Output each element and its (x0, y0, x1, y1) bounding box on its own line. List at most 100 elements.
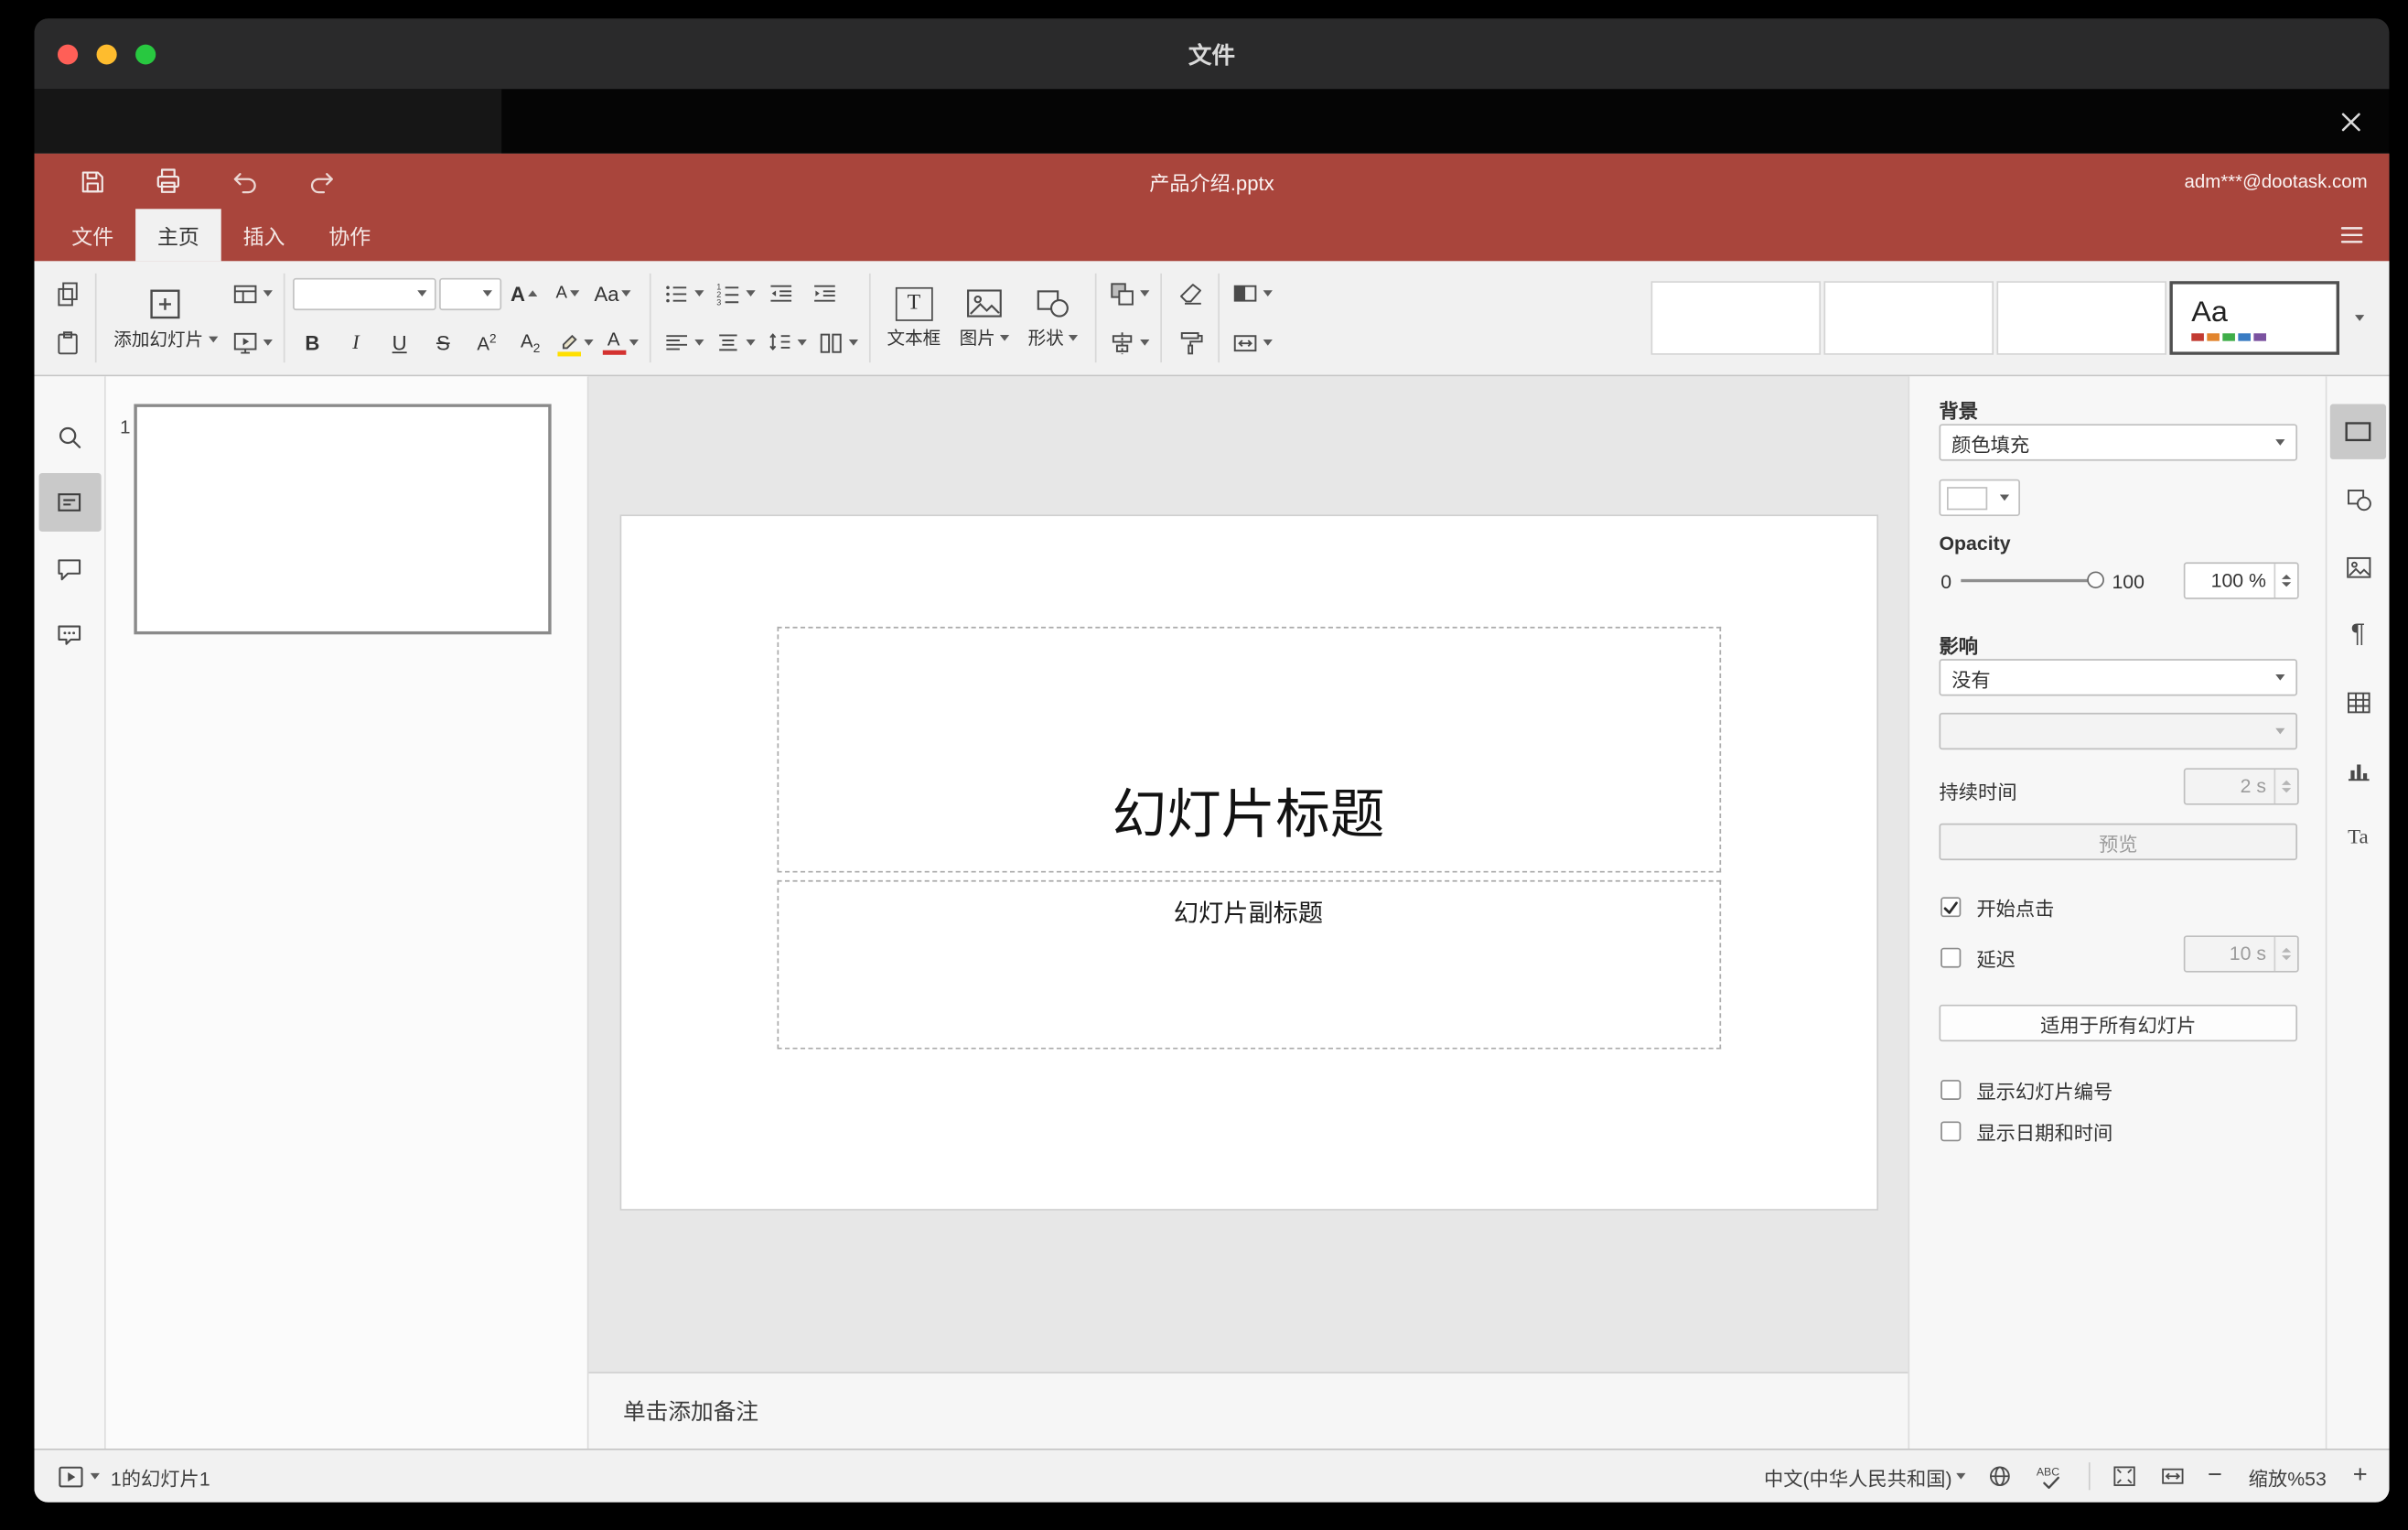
language-selector[interactable]: 中文(中华人民共和国) (1764, 1461, 1966, 1491)
subscript-button[interactable]: A2 (511, 323, 551, 363)
delay-spinner[interactable]: 10 s (2183, 935, 2299, 973)
clipboard-group (47, 271, 87, 364)
color-scheme-button[interactable] (1227, 274, 1275, 314)
duration-spinner[interactable]: 2 s (2183, 768, 2299, 805)
align-shape-button[interactable] (1104, 323, 1153, 363)
line-spacing-button[interactable] (761, 323, 810, 363)
italic-button[interactable]: I (336, 323, 376, 363)
theme-item[interactable] (1823, 281, 1994, 355)
shape-settings-button[interactable] (2330, 471, 2386, 526)
fit-width-button[interactable] (2159, 1462, 2188, 1490)
spinner-arrows[interactable] (2274, 564, 2298, 598)
slides-panel-button[interactable] (38, 473, 101, 532)
fill-color-picker[interactable] (1939, 479, 2021, 517)
bullet-list-button[interactable] (658, 274, 706, 314)
zoom-level[interactable]: 缩放%53 (2242, 1461, 2333, 1491)
start-slideshow-status-button[interactable] (56, 1463, 100, 1490)
chevron-down-icon (208, 335, 218, 342)
image-settings-button[interactable] (2330, 539, 2386, 594)
title-placeholder[interactable]: 幻灯片标题 (776, 626, 1721, 873)
slide-canvas[interactable]: 幻灯片标题 幻灯片副标题 (588, 376, 1908, 1373)
show-slide-number-checkbox[interactable] (1940, 1080, 1962, 1100)
highlight-color-button[interactable] (554, 323, 596, 363)
slide-settings-button[interactable] (2329, 404, 2387, 459)
slide-thumbnail[interactable] (134, 404, 552, 635)
document-language-button[interactable] (1986, 1462, 2015, 1490)
textart-settings-button[interactable]: Ta (2330, 810, 2386, 865)
delay-checkbox[interactable] (1940, 947, 1962, 968)
spinner-arrows[interactable] (2274, 937, 2298, 971)
insert-image-button[interactable]: 图片 (950, 271, 1018, 364)
tab-home[interactable]: 主页 (135, 209, 221, 262)
clear-style-button[interactable] (1170, 274, 1210, 314)
strikeout-button[interactable]: S (423, 323, 463, 363)
increase-indent-button[interactable] (804, 274, 844, 314)
superscript-button[interactable]: A2 (467, 323, 507, 363)
preview-button[interactable]: 预览 (1939, 823, 2298, 861)
start-on-click-checkbox[interactable] (1940, 897, 1962, 918)
copy-style-button[interactable] (1170, 323, 1210, 363)
copy-button[interactable] (47, 274, 87, 314)
feedback-panel-button[interactable] (38, 605, 101, 663)
table-settings-button[interactable] (2330, 674, 2386, 729)
add-slide-button[interactable]: 添加幻灯片 (104, 271, 227, 364)
vertical-align-button[interactable] (709, 323, 758, 363)
change-case-button[interactable]: Aa (591, 274, 635, 314)
insert-shape-button[interactable]: 形状 (1018, 271, 1087, 364)
print-button[interactable] (151, 165, 185, 199)
spinner-arrows[interactable] (2274, 770, 2298, 803)
opacity-spinner[interactable]: 100 % (2183, 562, 2299, 599)
theme-item-selected[interactable]: Aa (2169, 281, 2340, 355)
change-layout-button[interactable] (227, 274, 275, 314)
decrease-font-button[interactable]: A (547, 274, 587, 314)
numbered-list-button[interactable]: 123 (709, 274, 758, 314)
effect-dropdown[interactable]: 没有 (1939, 659, 2298, 696)
paragraph-settings-button[interactable]: ¶ (2330, 607, 2386, 662)
insert-shape-label: 形状 (1027, 329, 1064, 350)
arrange-shape-button[interactable] (1104, 274, 1153, 314)
search-panel-button[interactable] (38, 407, 101, 466)
slide-size-button[interactable] (1227, 323, 1275, 363)
apply-to-all-slides-button[interactable]: 适用于所有幻灯片 (1939, 1004, 2298, 1042)
minimize-traffic-light[interactable] (96, 44, 117, 65)
increase-font-button[interactable]: A (504, 274, 544, 314)
close-traffic-light[interactable] (57, 44, 79, 65)
tab-collaboration[interactable]: 协作 (306, 209, 392, 261)
slide[interactable]: 幻灯片标题 幻灯片副标题 (618, 514, 1878, 1211)
fit-slide-button[interactable] (2111, 1462, 2139, 1490)
maximize-traffic-light[interactable] (135, 44, 156, 65)
show-date-time-checkbox[interactable] (1940, 1121, 1962, 1142)
close-dialog-button[interactable] (2333, 104, 2367, 138)
bold-button[interactable]: B (292, 323, 332, 363)
notes-area[interactable]: 单击添加备注 (588, 1372, 1908, 1449)
opacity-slider-knob[interactable] (2087, 571, 2104, 588)
save-button[interactable] (75, 165, 109, 199)
font-size-combo[interactable] (438, 277, 501, 310)
effect-option-dropdown[interactable] (1939, 712, 2298, 750)
redo-button[interactable] (304, 165, 338, 199)
theme-gallery-expand-button[interactable] (2342, 281, 2376, 355)
zoom-in-button[interactable]: + (2353, 1463, 2368, 1489)
subtitle-placeholder[interactable]: 幻灯片副标题 (776, 879, 1721, 1050)
theme-item[interactable] (1996, 281, 2167, 355)
tab-file[interactable]: 文件 (49, 209, 135, 261)
columns-button[interactable] (812, 323, 861, 363)
undo-button[interactable] (228, 165, 262, 199)
comments-panel-button[interactable] (38, 539, 101, 598)
start-slideshow-button[interactable] (227, 323, 275, 363)
chart-settings-button[interactable] (2330, 742, 2386, 797)
font-color-button[interactable]: A (599, 323, 641, 363)
fill-type-dropdown[interactable]: 颜色填充 (1939, 424, 2298, 461)
horizontal-align-button[interactable] (658, 323, 706, 363)
paste-button[interactable] (47, 323, 87, 363)
tab-insert[interactable]: 插入 (221, 209, 307, 261)
insert-textbox-button[interactable]: T 文本框 (877, 271, 950, 364)
zoom-out-button[interactable]: − (2208, 1463, 2222, 1489)
spellcheck-button[interactable]: ABC (2035, 1461, 2069, 1491)
decrease-indent-button[interactable] (761, 274, 801, 314)
font-name-combo[interactable] (292, 277, 435, 310)
hamburger-menu-button[interactable] (2333, 218, 2370, 252)
theme-item[interactable] (1650, 281, 1822, 355)
underline-button[interactable]: U (380, 323, 420, 363)
opacity-slider-track[interactable] (1961, 578, 2095, 583)
